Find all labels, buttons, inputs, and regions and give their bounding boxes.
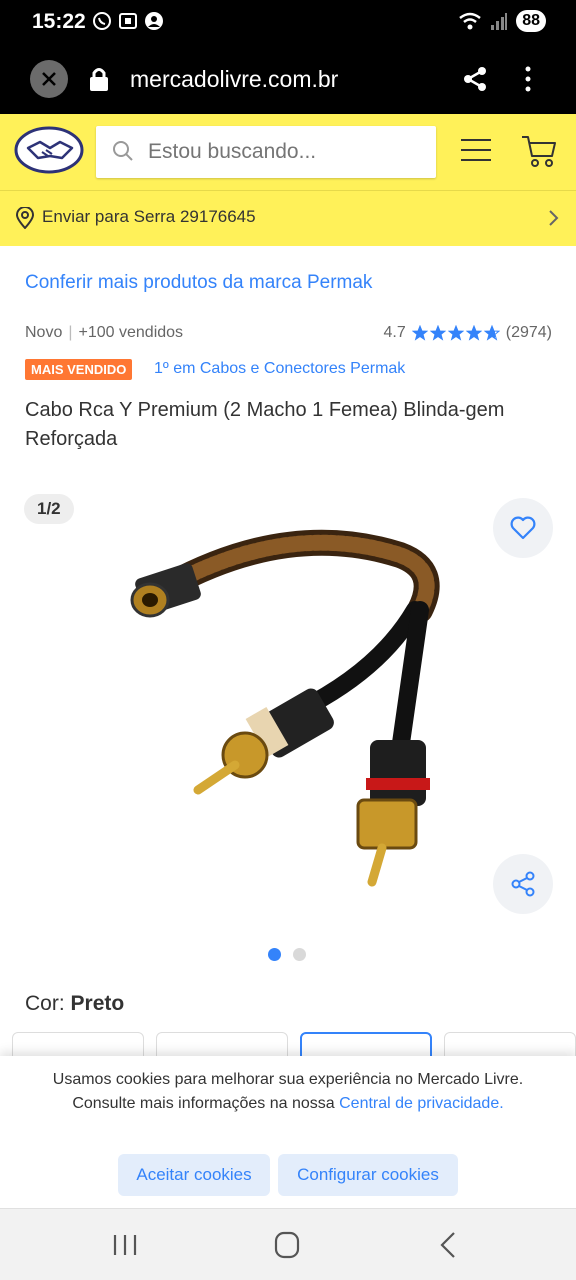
battery-indicator: 88 [516, 10, 546, 32]
carousel-dot[interactable] [293, 948, 306, 961]
brand-products-link[interactable]: Conferir mais produtos da marca Permak [25, 272, 372, 294]
system-nav-bar [0, 1208, 576, 1280]
color-label: Cor: Preto [25, 992, 124, 1016]
back-icon[interactable] [438, 1231, 458, 1259]
search-icon [113, 141, 133, 161]
star-icon [447, 325, 464, 341]
color-label-prefix: Cor: [25, 992, 71, 1015]
configure-cookies-button[interactable]: Configurar cookies [278, 1154, 458, 1196]
whatsapp-icon [93, 12, 111, 30]
rating-value: 4.7 [383, 324, 406, 341]
menu-icon[interactable] [460, 138, 492, 162]
location-pin-icon [16, 207, 34, 229]
review-count: (2974) [505, 324, 552, 341]
carousel-dot[interactable] [268, 948, 281, 961]
share-product-button[interactable] [493, 854, 553, 914]
cookie-text: Usamos cookies para melhorar sua experiê… [40, 1068, 536, 1116]
rating-stars [411, 325, 500, 341]
recent-apps-icon[interactable] [112, 1233, 138, 1257]
notification-icons [92, 11, 164, 31]
image-pager: 1/2 [24, 494, 74, 524]
star-icon [429, 325, 446, 341]
cookie-banner: Usamos cookies para melhorar sua experiê… [0, 1056, 576, 1208]
account-icon [145, 12, 163, 30]
mercadolivre-logo[interactable] [14, 126, 84, 174]
favorite-button[interactable] [493, 498, 553, 558]
status-bar: 15:22 88 [0, 0, 576, 46]
system-icons: 88 [458, 10, 546, 32]
site-header [0, 114, 576, 190]
url-text[interactable]: mercadolivre.com.br [130, 66, 338, 93]
share-icon[interactable] [462, 66, 488, 92]
star-icon [411, 325, 428, 341]
search-input[interactable] [148, 126, 428, 178]
carousel-dots [268, 948, 306, 961]
cart-icon[interactable] [520, 134, 558, 168]
lock-icon [90, 68, 108, 91]
browser-bar: mercadolivre.com.br [0, 46, 576, 114]
sold-count: +100 vendidos [78, 324, 184, 341]
close-tab-button[interactable] [30, 60, 68, 98]
heart-icon [510, 516, 536, 540]
accept-cookies-button[interactable]: Aceitar cookies [118, 1154, 270, 1196]
shipping-text: Enviar para Serra 29176645 [42, 207, 256, 226]
shipping-address-bar[interactable]: Enviar para Serra 29176645 [0, 190, 576, 246]
signal-icon [491, 13, 508, 30]
star-icon [483, 325, 500, 341]
screenshot-icon [119, 13, 137, 29]
product-meta: Novo | +100 vendidos [25, 324, 183, 342]
meta-separator: | [68, 324, 73, 341]
category-rank-link[interactable]: 1º em Cabos e Conectores Permak [154, 360, 405, 378]
best-seller-badge: MAIS VENDIDO [25, 359, 133, 380]
close-icon [42, 72, 56, 86]
wifi-icon [459, 12, 481, 30]
privacy-center-link[interactable]: Central de privacidade. [339, 1095, 504, 1112]
home-icon[interactable] [274, 1231, 300, 1259]
product-title: Cabo Rca Y Premium (2 Macho 1 Femea) Bli… [25, 399, 505, 450]
chevron-right-icon [549, 210, 559, 226]
search-box[interactable] [96, 126, 436, 178]
product-image[interactable] [110, 510, 470, 900]
star-icon [465, 325, 482, 341]
condition-label: Novo [25, 324, 63, 341]
more-vertical-icon[interactable] [520, 64, 536, 94]
status-time: 15:22 [32, 10, 86, 33]
product-rating[interactable]: 4.7 (2974) [384, 324, 553, 342]
share-icon [511, 871, 535, 897]
color-value: Preto [70, 992, 125, 1015]
